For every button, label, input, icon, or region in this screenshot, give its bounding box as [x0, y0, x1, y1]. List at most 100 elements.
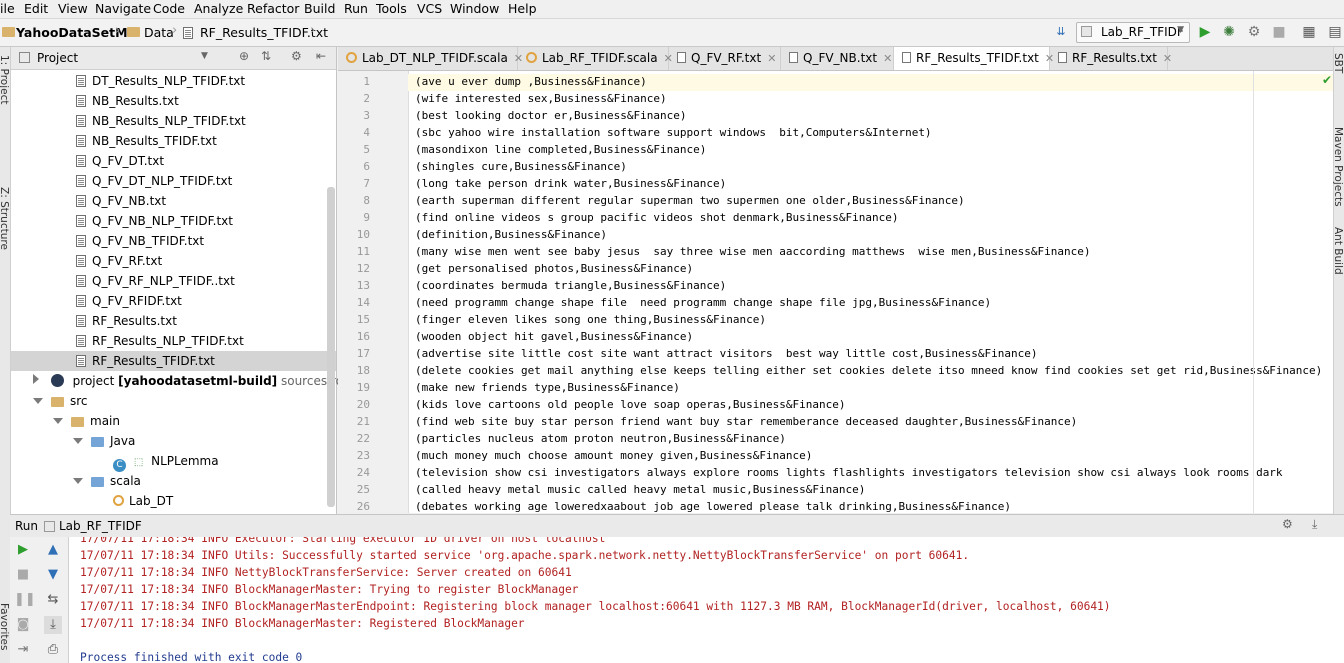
down-arrow-icon[interactable]: ▼ — [44, 566, 62, 584]
collapse-arrow-icon[interactable] — [53, 418, 63, 424]
ant-tool-tab[interactable]: Ant Build — [1332, 227, 1344, 275]
tree-folder-scala[interactable]: scala — [73, 471, 141, 491]
tree-class[interactable]: C ⬚ NLPLemma — [113, 451, 219, 472]
sbt-tool-tab[interactable]: SBT — [1332, 53, 1344, 73]
menu-code[interactable]: Code — [153, 1, 185, 16]
up-arrow-icon[interactable]: ▲ — [44, 541, 62, 559]
hide-panel-icon[interactable]: ⇤ — [316, 49, 326, 63]
breadcrumb-file[interactable]: RF_Results_TFIDF.txt — [200, 25, 328, 40]
tree-scala-object[interactable]: Lab_DT — [113, 491, 173, 511]
tree-file[interactable]: Q_FV_NB_NLP_TFIDF.txt — [76, 211, 233, 231]
run-icon[interactable]: ▶ — [1196, 23, 1214, 41]
rerun-icon[interactable]: ▶ — [14, 541, 32, 559]
stop-icon[interactable]: ■ — [14, 566, 32, 584]
scroll-to-end-icon[interactable]: ⤓ — [44, 616, 62, 634]
tab-lab-dt-nlp-tfidf[interactable]: Lab_DT_NLP_TFIDF.scala ✕ — [338, 47, 523, 70]
close-icon[interactable]: ✕ — [767, 52, 776, 65]
code-line[interactable]: (much money much choose amount money giv… — [415, 449, 812, 462]
code-line[interactable]: (long take person drink water,Business&F… — [415, 177, 726, 190]
project-panel-title[interactable]: Project — [37, 51, 78, 65]
menu-run[interactable]: Run — [344, 1, 368, 16]
menu-window[interactable]: Window — [450, 1, 499, 16]
project-tool-tab[interactable]: 1: Project — [0, 55, 10, 104]
exit-icon[interactable]: ⇥ — [14, 641, 32, 659]
code-line[interactable]: (coordinates bermuda triangle,Business&F… — [415, 279, 726, 292]
menu-edit[interactable]: Edit — [24, 1, 48, 16]
menu-navigate[interactable]: Navigate — [95, 1, 151, 16]
tree-file[interactable]: Q_FV_RF_NLP_TFIDF..txt — [76, 271, 235, 291]
tree-folder-src[interactable]: src — [33, 391, 88, 411]
menu-file[interactable]: ile — [0, 1, 15, 16]
camera-icon[interactable]: ◙ — [14, 616, 32, 634]
gear-icon[interactable]: ⚙ — [1282, 517, 1293, 531]
stop-icon[interactable]: ■ — [1270, 23, 1288, 41]
code-line[interactable]: (particles nucleus atom proton neutron,B… — [415, 432, 786, 445]
code-line[interactable]: (make new friends type,Business&Finance) — [415, 381, 680, 394]
coverage-icon[interactable]: ⚙ — [1245, 23, 1263, 41]
code-line[interactable]: (earth superman different regular superm… — [415, 194, 965, 207]
code-line[interactable]: (ave u ever dump ,Business&Finance) — [415, 75, 647, 88]
tab-lab-rf-tfidf[interactable]: Lab_RF_TFIDF.scala ✕ — [518, 47, 673, 70]
code-line[interactable]: (many wise men went see baby jesus say t… — [415, 245, 1091, 258]
tree-module[interactable]: project [yahoodatasetml-build] sources r… — [33, 371, 355, 391]
tree-file[interactable]: DT_Results_NLP_TFIDF.txt — [76, 71, 245, 91]
tree-file[interactable]: Q_FV_RF.txt — [76, 251, 162, 271]
crosshair-icon[interactable]: ⊕ — [239, 49, 249, 63]
code-line[interactable]: (best looking doctor er,Business&Finance… — [415, 109, 687, 122]
project-structure-icon[interactable]: ▦ — [1300, 23, 1318, 41]
debug-icon[interactable]: ✺ — [1220, 23, 1238, 41]
menu-analyze[interactable]: Analyze — [194, 1, 243, 16]
code-line[interactable]: (shingles cure,Business&Finance) — [415, 160, 627, 173]
soft-wrap-icon[interactable]: ⇆ — [44, 591, 62, 609]
tree-file[interactable]: Q_FV_DT_NLP_TFIDF.txt — [76, 171, 232, 191]
code-line[interactable]: (sbc yahoo wire installation software su… — [415, 126, 932, 139]
gear-icon[interactable]: ⚙ — [291, 49, 302, 63]
code-line[interactable]: (television show csi investigators alway… — [415, 466, 1283, 479]
project-scrollbar[interactable] — [327, 187, 335, 507]
hide-panel-icon[interactable]: ⤓ — [1312, 517, 1317, 532]
breadcrumb-folder[interactable]: Data — [144, 25, 174, 40]
sort-icon[interactable]: ⇊ — [1052, 23, 1070, 41]
code-line[interactable]: (need programm change shape file need pr… — [415, 296, 991, 309]
code-line[interactable]: (masondixon line completed,Business&Fina… — [415, 143, 706, 156]
tree-file[interactable]: RF_Results_NLP_TFIDF.txt — [76, 331, 244, 351]
close-icon[interactable]: ✕ — [883, 52, 892, 65]
expand-icon[interactable] — [33, 374, 39, 384]
collapse-arrow-icon[interactable] — [73, 438, 83, 444]
tree-file[interactable]: NB_Results.txt — [76, 91, 179, 111]
tree-folder-main[interactable]: main — [53, 411, 120, 431]
run-panel-label[interactable]: Run — [15, 519, 38, 533]
structure-tool-tab[interactable]: Z: Structure — [0, 187, 10, 250]
pause-icon[interactable]: ❚❚ — [14, 591, 36, 609]
tree-file[interactable]: Q_FV_RFIDF.txt — [76, 291, 182, 311]
collapse-arrow-icon[interactable] — [33, 398, 43, 404]
favorites-tool-tab[interactable]: Favorites — [0, 603, 10, 650]
tree-file[interactable]: Q_FV_NB.txt — [76, 191, 166, 211]
tree-file[interactable]: Q_FV_DT.txt — [76, 151, 164, 171]
tree-file[interactable]: Q_FV_NB_TFIDF.txt — [76, 231, 204, 251]
tab-rf-results[interactable]: RF_Results.txt ✕ — [1050, 47, 1172, 70]
menu-build[interactable]: Build — [304, 1, 335, 16]
tree-file-selected[interactable]: RF_Results_TFIDF.txt — [11, 351, 336, 371]
chevron-down-icon[interactable]: ▼ — [201, 51, 208, 61]
run-config-select[interactable]: Lab_RF_TFIDF ▼ — [1076, 22, 1190, 43]
collapse-icon[interactable]: ⇅ — [261, 49, 271, 63]
code-editor[interactable]: 1 2 3 4 5 6 7 8 9 10 11 12 13 14 15 16 17 18 19 20 21 22 23 24 2… — [338, 71, 1344, 513]
code-line[interactable]: (wooden object hit gavel,Business&Financ… — [415, 330, 693, 343]
tab-q-fv-rf[interactable]: Q_FV_RF.txt ✕ — [669, 47, 781, 70]
settings-icon[interactable]: ▤ — [1326, 23, 1344, 41]
code-line[interactable]: (advertise site little cost site want at… — [415, 347, 1038, 360]
tree-folder-java[interactable]: Java — [73, 431, 135, 451]
tree-file[interactable]: NB_Results_NLP_TFIDF.txt — [76, 111, 246, 131]
code-line[interactable]: (kids love cartoons old people love soap… — [415, 398, 845, 411]
menu-help[interactable]: Help — [508, 1, 537, 16]
tab-rf-results-tfidf[interactable]: RF_Results_TFIDF.txt ✕ — [894, 47, 1054, 70]
print-icon[interactable]: ⎙ — [44, 641, 62, 659]
code-line[interactable]: (find online videos s group pacific vide… — [415, 211, 898, 224]
tab-q-fv-nb[interactable]: Q_FV_NB.txt ✕ — [781, 47, 894, 70]
maven-tool-tab[interactable]: Maven Projects — [1332, 127, 1344, 207]
menu-view[interactable]: View — [58, 1, 88, 16]
close-icon[interactable]: ✕ — [1163, 52, 1172, 65]
menu-tools[interactable]: Tools — [376, 1, 407, 16]
code-line[interactable]: (get personalised photos,Business&Financ… — [415, 262, 693, 275]
